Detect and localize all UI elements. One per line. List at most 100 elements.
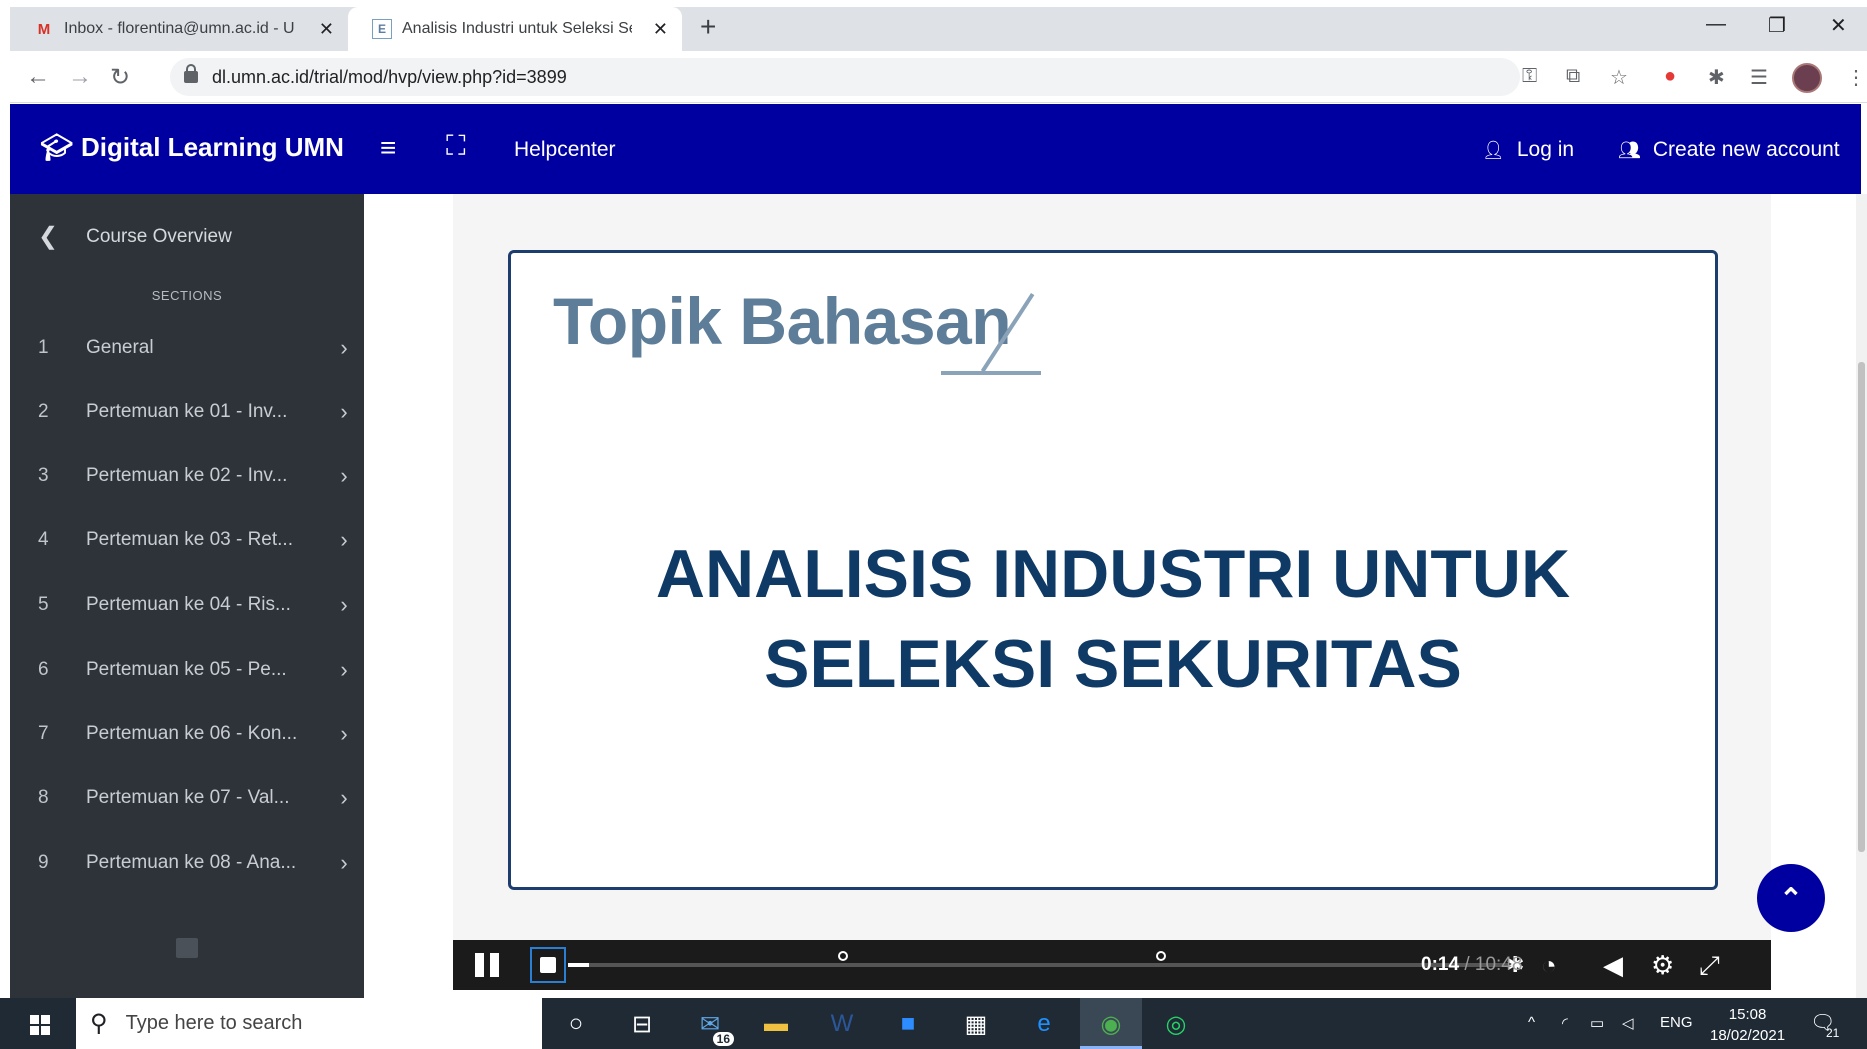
language-indicator[interactable]: ENG (1660, 1014, 1693, 1031)
key-icon[interactable]: ⚿ (1522, 65, 1537, 88)
profile-avatar[interactable] (1792, 63, 1822, 93)
chevron-up-tray-icon[interactable]: ^ (1528, 1014, 1535, 1031)
file-explorer-icon[interactable]: ▬ (758, 1006, 794, 1042)
search-placeholder: Type here to search (125, 1012, 303, 1034)
opera-extension-icon[interactable]: ● (1664, 65, 1676, 88)
search-icon: ⚲ (90, 1010, 108, 1037)
task-view-icon[interactable]: ⊟ (624, 1006, 660, 1042)
chrome-icon[interactable]: ◉ (1093, 1006, 1129, 1042)
back-to-top-button[interactable]: ⌃ (1757, 864, 1825, 932)
decorative-underline (941, 371, 1041, 375)
clock[interactable]: 15:08 18/02/2021 (1710, 1004, 1785, 1046)
puzzle-extension-icon[interactable]: ✱ (1708, 65, 1725, 90)
forward-icon[interactable]: → (68, 63, 92, 91)
time-display: 0:14 / 10:48 (1421, 954, 1522, 976)
translate-icon[interactable]: ⧉ (1566, 65, 1580, 88)
browser-toolbar: ← → ↻ dl.umn.ac.id/trial/mod/hvp/view.ph… (10, 51, 1867, 103)
section-number: 8 (38, 787, 49, 808)
sidebar-section-6[interactable]: 6 Pertemuan ke 05 - Pe... › (10, 650, 364, 690)
login-link[interactable]: 👤︎ Log in (1482, 138, 1574, 162)
mail-icon[interactable]: ✉ 16 (692, 1006, 734, 1046)
zoom-icon[interactable]: ■ (890, 1006, 926, 1042)
sidebar-section-4[interactable]: 4 Pertemuan ke 03 - Ret... › (10, 520, 364, 560)
close-icon[interactable]: ✕ (319, 19, 334, 40)
user-plus-icon: 👥︎ (1618, 139, 1641, 160)
sidebar-section-8[interactable]: 8 Pertemuan ke 07 - Val... › (10, 778, 364, 818)
fullscreen-icon[interactable]: ⛶ (446, 130, 466, 163)
slide-heading: Topik Bahasan (553, 284, 1012, 358)
tab-analisis-industri[interactable]: E Analisis Industri untuk Seleksi Se ✕ (348, 7, 682, 51)
speaker-icon[interactable]: ◁ (1622, 1014, 1634, 1032)
time-separator: / (1464, 954, 1470, 975)
chevron-right-icon: › (340, 463, 348, 488)
pause-button[interactable] (475, 953, 501, 977)
store-icon[interactable]: ▦ (958, 1006, 994, 1042)
tab-gmail-inbox[interactable]: M Inbox - florentina@umn.ac.id - U ✕ (10, 7, 348, 51)
window-close-button[interactable]: ✕ (1830, 13, 1847, 38)
graduation-cap-icon: 🎓︎ (40, 132, 74, 162)
more-menu-icon[interactable]: ⋮ (1846, 65, 1866, 90)
clock-date: 18/02/2021 (1710, 1027, 1786, 1044)
sidebar-section-3[interactable]: 3 Pertemuan ke 02 - Inv... › (10, 456, 364, 496)
star-icon[interactable]: ☆ (1610, 65, 1628, 90)
url-text[interactable]: dl.umn.ac.id/trial/mod/hvp/view.php?id=3… (212, 67, 567, 88)
menu-toggle-icon[interactable]: ≡ (380, 132, 396, 164)
bookmark-marker[interactable] (1156, 951, 1166, 961)
address-bar[interactable]: dl.umn.ac.id/trial/mod/hvp/view.php?id=3… (170, 58, 1520, 96)
wifi-icon[interactable]: ◜ (1562, 1014, 1568, 1032)
sidebar-section-5[interactable]: 5 Pertemuan ke 04 - Ris... › (10, 585, 364, 625)
section-label: Pertemuan ke 08 - Ana... (86, 852, 297, 873)
battery-icon[interactable]: ▭ (1590, 1014, 1604, 1032)
fullscreen-expand-icon[interactable]: ⤢ (1699, 950, 1720, 982)
scrollbar-thumb[interactable] (1858, 362, 1865, 852)
sections-heading: SECTIONS (151, 288, 223, 303)
cortana-icon[interactable]: ○ (558, 1006, 594, 1042)
restore-button[interactable]: ❐ (1768, 13, 1786, 38)
slide-title: ANALISIS INDUSTRI UNTUK SELEKSI SEKURITA… (511, 529, 1715, 709)
windows-taskbar: ⚲ Type here to search ○ ⊟ ✉ 16 ▬ W ■ ▦ e … (0, 998, 1867, 1049)
chevron-right-icon: › (340, 527, 348, 552)
reading-list-icon[interactable]: ☰ (1750, 65, 1768, 90)
video-slide[interactable]: Topik Bahasan ANALISIS INDUSTRI UNTUK SE… (508, 250, 1718, 890)
word-icon[interactable]: W (824, 1006, 860, 1042)
browser-tab-strip: M Inbox - florentina@umn.ac.id - U ✕ E A… (10, 7, 1867, 51)
reload-icon[interactable]: ↻ (110, 63, 130, 92)
clock-time: 15:08 (1728, 1006, 1767, 1023)
minimize-button[interactable]: — (1706, 13, 1726, 36)
create-account-label: Create new account (1652, 138, 1840, 161)
section-label: Pertemuan ke 02 - Inv... (86, 465, 288, 486)
seek-handle[interactable] (530, 947, 566, 983)
sidebar-section-7[interactable]: 7 Pertemuan ke 06 - Kon... › (10, 714, 364, 754)
chevron-right-icon: › (340, 335, 348, 360)
current-time: 0:14 (1421, 954, 1460, 975)
playback-speed-icon[interactable]: ◔ (1541, 950, 1557, 981)
new-tab-button[interactable]: + (700, 11, 716, 43)
helpcenter-link[interactable]: Helpcenter (514, 138, 616, 162)
back-icon[interactable]: ← (26, 63, 50, 91)
windows-start-icon[interactable] (30, 1015, 50, 1035)
section-label: General (86, 337, 154, 358)
chevron-right-icon: › (340, 399, 348, 424)
sidebar-section-2[interactable]: 2 Pertemuan ke 01 - Inv... › (10, 392, 364, 432)
site-brand[interactable]: 🎓︎ Digital Learning UMN (40, 132, 344, 163)
sidebar-section-1[interactable]: 1 General › (10, 328, 364, 368)
seek-bar[interactable]: ✱ (568, 951, 1524, 977)
close-icon[interactable]: ✕ (653, 19, 668, 40)
bookmark-marker[interactable] (838, 951, 848, 961)
section-label: Pertemuan ke 05 - Pe... (86, 659, 287, 680)
sidebar-section-9[interactable]: 9 Pertemuan ke 08 - Ana... › (10, 843, 364, 883)
edge-icon[interactable]: e (1026, 1006, 1062, 1042)
volume-icon[interactable]: ◀ (1603, 950, 1623, 981)
settings-gear-icon[interactable]: ⚙ (1651, 950, 1674, 981)
whatsapp-icon[interactable]: ◎ (1158, 1006, 1194, 1042)
moodle-page-icon: E (372, 19, 392, 39)
taskbar-search[interactable]: ⚲ Type here to search (76, 998, 542, 1049)
course-overview-link[interactable]: ❮ Course Overview (38, 222, 232, 251)
course-sidebar: ❮ Course Overview SECTIONS 1 General › 2… (10, 194, 364, 998)
section-number: 3 (38, 465, 49, 486)
brand-name: Digital Learning UMN (81, 132, 344, 162)
page-scrollbar[interactable] (1856, 194, 1867, 998)
section-label: Pertemuan ke 03 - Ret... (86, 529, 293, 550)
archive-icon[interactable] (176, 938, 198, 958)
create-account-link[interactable]: 👥︎ Create new account (1618, 138, 1840, 162)
